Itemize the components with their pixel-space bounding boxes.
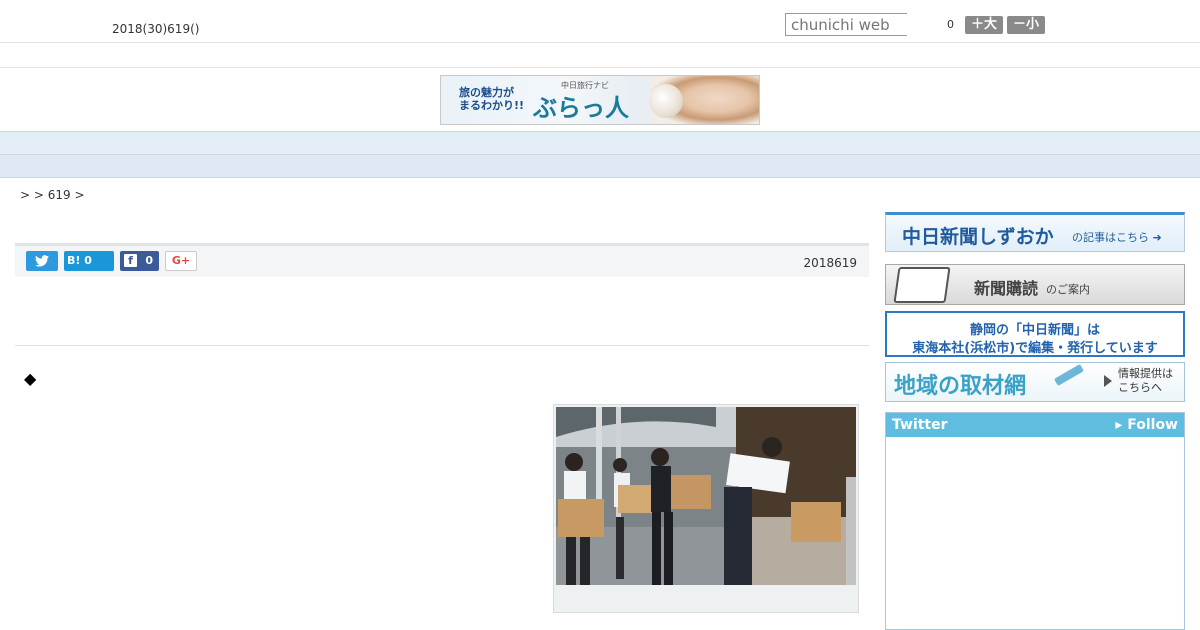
shell-image	[649, 84, 683, 118]
subscription-banner[interactable]: 新聞購読 のご案内	[885, 264, 1185, 305]
local-news-sub-line1: 情報提供は	[1118, 367, 1173, 380]
share-bar: B! 0 f 0 G+ 2018619	[15, 243, 869, 277]
tokai-office-banner[interactable]: 静岡の「中日新聞」は 東海本社(浜松市)で編集・発行しています	[885, 311, 1185, 357]
header-date: 2018(30)619()	[112, 22, 200, 36]
twitter-widget: Twitter ▸ Follow	[885, 412, 1185, 630]
article-date: 2018619	[803, 256, 857, 270]
book-icon	[893, 267, 951, 303]
pencil-icon	[1054, 364, 1084, 386]
twitter-icon	[35, 255, 49, 267]
ad-banner[interactable]: 旅の魅力が まるわかり!! 中日旅行ナビ ぶらっ人	[440, 75, 760, 125]
top-bar: 2018(30)619() 0 ＋大 －小	[0, 0, 1200, 43]
twitter-widget-title: Twitter	[892, 417, 948, 433]
google-plus-button[interactable]: G+	[165, 251, 197, 271]
font-smaller-button[interactable]: －小	[1007, 16, 1045, 34]
facebook-share-button[interactable]: f 0	[120, 251, 159, 271]
local-news-sub-line2: こちらへ	[1118, 381, 1162, 394]
hatena-bookmark-button[interactable]: B! 0	[64, 251, 114, 271]
local-news-network-banner[interactable]: 地域の取材網 情報提供は こちらへ	[885, 362, 1185, 402]
breadcrumb[interactable]: > > 619 >	[20, 188, 85, 202]
facebook-count: 0	[145, 254, 153, 267]
article-photo-box	[553, 404, 859, 613]
local-news-sub: 情報提供は こちらへ	[1118, 367, 1173, 395]
facebook-icon: f	[124, 254, 137, 267]
sub-nav	[0, 155, 1200, 178]
arrow-right-icon	[1104, 375, 1112, 387]
subscription-title: 新聞購読	[974, 279, 1039, 298]
sub-header-bar	[0, 43, 1200, 68]
article-photo	[556, 407, 856, 585]
twitter-widget-header: Twitter ▸ Follow	[886, 413, 1184, 437]
twitter-share-button[interactable]	[26, 251, 58, 271]
font-larger-button[interactable]: ＋大	[965, 16, 1003, 34]
twitter-follow-button[interactable]: ▸ Follow	[1115, 417, 1178, 433]
search-input[interactable]	[785, 13, 907, 36]
chunichi-shizuoka-sub: の記事はこちら ➜	[1072, 231, 1162, 244]
banner-brand: ぶらっ人	[533, 93, 629, 122]
divider	[15, 345, 869, 346]
chunichi-shizuoka-title: 中日新聞しずおか	[902, 226, 1054, 248]
chunichi-shizuoka-banner[interactable]: 中日新聞しずおか の記事はこちら ➜	[885, 212, 1185, 252]
diamond-marker: ◆	[24, 369, 37, 388]
tokai-office-line1: 静岡の「中日新聞」は	[969, 323, 1100, 338]
tokai-office-line2: 東海本社(浜松市)で編集・発行しています	[912, 341, 1158, 356]
banner-tagline: 旅の魅力が まるわかり!!	[459, 86, 525, 112]
global-nav	[0, 131, 1200, 155]
subscription-sub: のご案内	[1046, 283, 1090, 296]
local-news-title: 地域の取材網	[894, 374, 1027, 399]
header-count: 0	[947, 18, 954, 31]
